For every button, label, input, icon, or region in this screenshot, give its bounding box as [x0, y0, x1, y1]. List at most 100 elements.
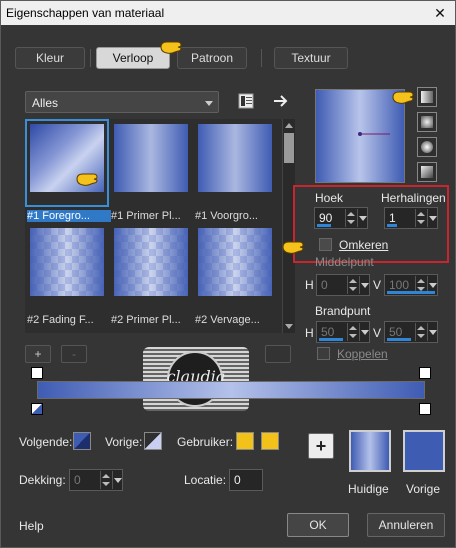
category-value: Alles [32, 96, 59, 110]
category-dropdown[interactable]: Alles [25, 91, 219, 113]
brand-v-label: V [373, 326, 382, 340]
middel-h-value: 0 [321, 278, 328, 292]
gradient-thumb-label: #2 Primer Pl... [111, 314, 181, 326]
gradient-swatch [198, 228, 272, 296]
scroll-up-icon[interactable] [285, 123, 293, 128]
brand-v-slider[interactable] [387, 338, 411, 341]
spin-updown-icon[interactable] [100, 471, 110, 489]
hoek-spinner[interactable]: 90 [314, 207, 368, 229]
brandpunt-label: Brandpunt [315, 304, 371, 318]
tab-patroon[interactable]: Patroon [177, 47, 247, 69]
middel-v-slider[interactable] [387, 291, 435, 294]
chevron-down-icon[interactable] [359, 323, 369, 341]
omkeren-label: Omkeren [339, 238, 389, 252]
scroll-down-icon[interactable] [285, 324, 293, 329]
linear-style-button[interactable] [417, 87, 437, 107]
locatie-field[interactable]: 0 [229, 469, 263, 491]
color-stop-right[interactable] [419, 403, 431, 415]
rectangular-style-button[interactable] [417, 112, 437, 132]
pointer-hand-icon [160, 41, 182, 54]
hoek-value: 90 [319, 211, 333, 225]
scroll-thumb[interactable] [284, 133, 294, 163]
chevron-down-icon[interactable] [359, 276, 369, 294]
herhalingen-label: Herhalingen [381, 191, 446, 205]
gradient-swatch [198, 124, 272, 192]
gradient-swatch [30, 228, 104, 296]
dekking-label: Dekking: [19, 473, 66, 487]
middel-h-spinner[interactable]: 0 [316, 274, 370, 296]
arrow-right-icon[interactable] [271, 91, 291, 111]
huidige-color[interactable] [349, 430, 391, 472]
gradient-thumb-label: #1 Voorgro... [195, 210, 258, 222]
herhalingen-spinner[interactable]: 1 [384, 207, 438, 229]
add-to-custom-button[interactable]: + [308, 433, 334, 459]
dekking-spinner[interactable]: 0 [69, 469, 123, 491]
editor-disabled-button[interactable] [265, 345, 291, 363]
chevron-down-icon[interactable] [427, 323, 437, 341]
gradient-swatch [114, 228, 188, 296]
sunburst-style-button[interactable] [417, 137, 437, 157]
hoek-label: Hoek [315, 191, 344, 205]
window-title: Eigenschappen van materiaal [6, 6, 165, 20]
volgende-label: Volgende: [19, 435, 73, 449]
pointer-hand-icon [392, 91, 414, 104]
spin-updown-icon[interactable] [345, 209, 355, 227]
angle-handle-icon[interactable] [356, 128, 396, 140]
transparency-stop-right[interactable] [419, 367, 431, 379]
gebruiker-swatch-2[interactable] [261, 432, 279, 450]
ok-button[interactable]: OK [287, 513, 349, 537]
gradient-thumb[interactable]: #2 Fading F... [27, 225, 107, 326]
herhalingen-value: 1 [389, 211, 396, 225]
help-link[interactable]: Help [19, 519, 44, 533]
gradient-swatch [114, 124, 188, 192]
add-stop-button[interactable]: + [25, 345, 51, 363]
middel-v-spinner[interactable]: 100 [384, 274, 438, 296]
middel-h-label: H [305, 278, 314, 292]
gradient-thumb[interactable]: #1 Voorgro... [195, 121, 275, 222]
brand-h-label: H [305, 326, 314, 340]
gradient-thumb-label: #2 Vervage... [195, 314, 260, 326]
brand-h-value: 50 [321, 325, 335, 339]
tab-kleur[interactable]: Kleur [15, 47, 85, 69]
brand-h-slider[interactable] [319, 338, 343, 341]
spin-updown-icon[interactable] [347, 276, 357, 294]
omkeren-checkbox[interactable] [319, 238, 332, 251]
vorige-swatch[interactable] [144, 432, 162, 450]
huidige-label: Huidige [348, 482, 389, 496]
spin-updown-icon[interactable] [415, 323, 425, 341]
gradient-thumb[interactable]: #2 Primer Pl... [111, 225, 191, 326]
dekking-value: 0 [74, 473, 81, 487]
color-stop-left[interactable] [31, 403, 43, 415]
locatie-value: 0 [234, 473, 241, 487]
gradient-thumb[interactable]: #1 Primer Pl... [111, 121, 191, 222]
gradient-thumb-label: #2 Fading F... [27, 314, 94, 326]
gradient-thumb[interactable]: #2 Vervage... [195, 225, 275, 326]
chevron-down-icon [205, 101, 213, 106]
hoek-slider[interactable] [317, 224, 331, 227]
cancel-button[interactable]: Annuleren [367, 513, 445, 537]
gebruiker-swatch-1[interactable] [236, 432, 254, 450]
tab-divider [261, 49, 262, 67]
transparency-stop-left[interactable] [31, 367, 43, 379]
herhalingen-slider[interactable] [387, 224, 397, 227]
gradient-thumb[interactable]: #1 Foregro... [25, 119, 111, 222]
material-properties-dialog: Eigenschappen van materiaal ✕ Kleur Verl… [0, 0, 456, 548]
spin-updown-icon[interactable] [347, 323, 357, 341]
gradient-bar[interactable] [37, 381, 425, 399]
remove-stop-button[interactable]: - [61, 345, 87, 363]
gradient-library-icon[interactable] [236, 91, 256, 111]
tab-textuur[interactable]: Textuur [274, 47, 348, 69]
gebruiker-label: Gebruiker: [177, 435, 234, 449]
vorige-color-label: Vorige [406, 482, 441, 496]
chevron-down-icon[interactable] [427, 209, 437, 227]
radial-style-button[interactable] [417, 162, 437, 182]
brand-v-spinner[interactable]: 50 [384, 321, 438, 343]
koppelen-checkbox[interactable] [317, 347, 330, 360]
chevron-down-icon[interactable] [112, 471, 122, 489]
close-icon[interactable]: ✕ [431, 4, 449, 22]
chevron-down-icon[interactable] [357, 209, 367, 227]
vorige-color[interactable] [403, 430, 445, 472]
brand-h-spinner[interactable]: 50 [316, 321, 370, 343]
spin-updown-icon[interactable] [415, 209, 425, 227]
volgende-swatch[interactable] [73, 432, 91, 450]
